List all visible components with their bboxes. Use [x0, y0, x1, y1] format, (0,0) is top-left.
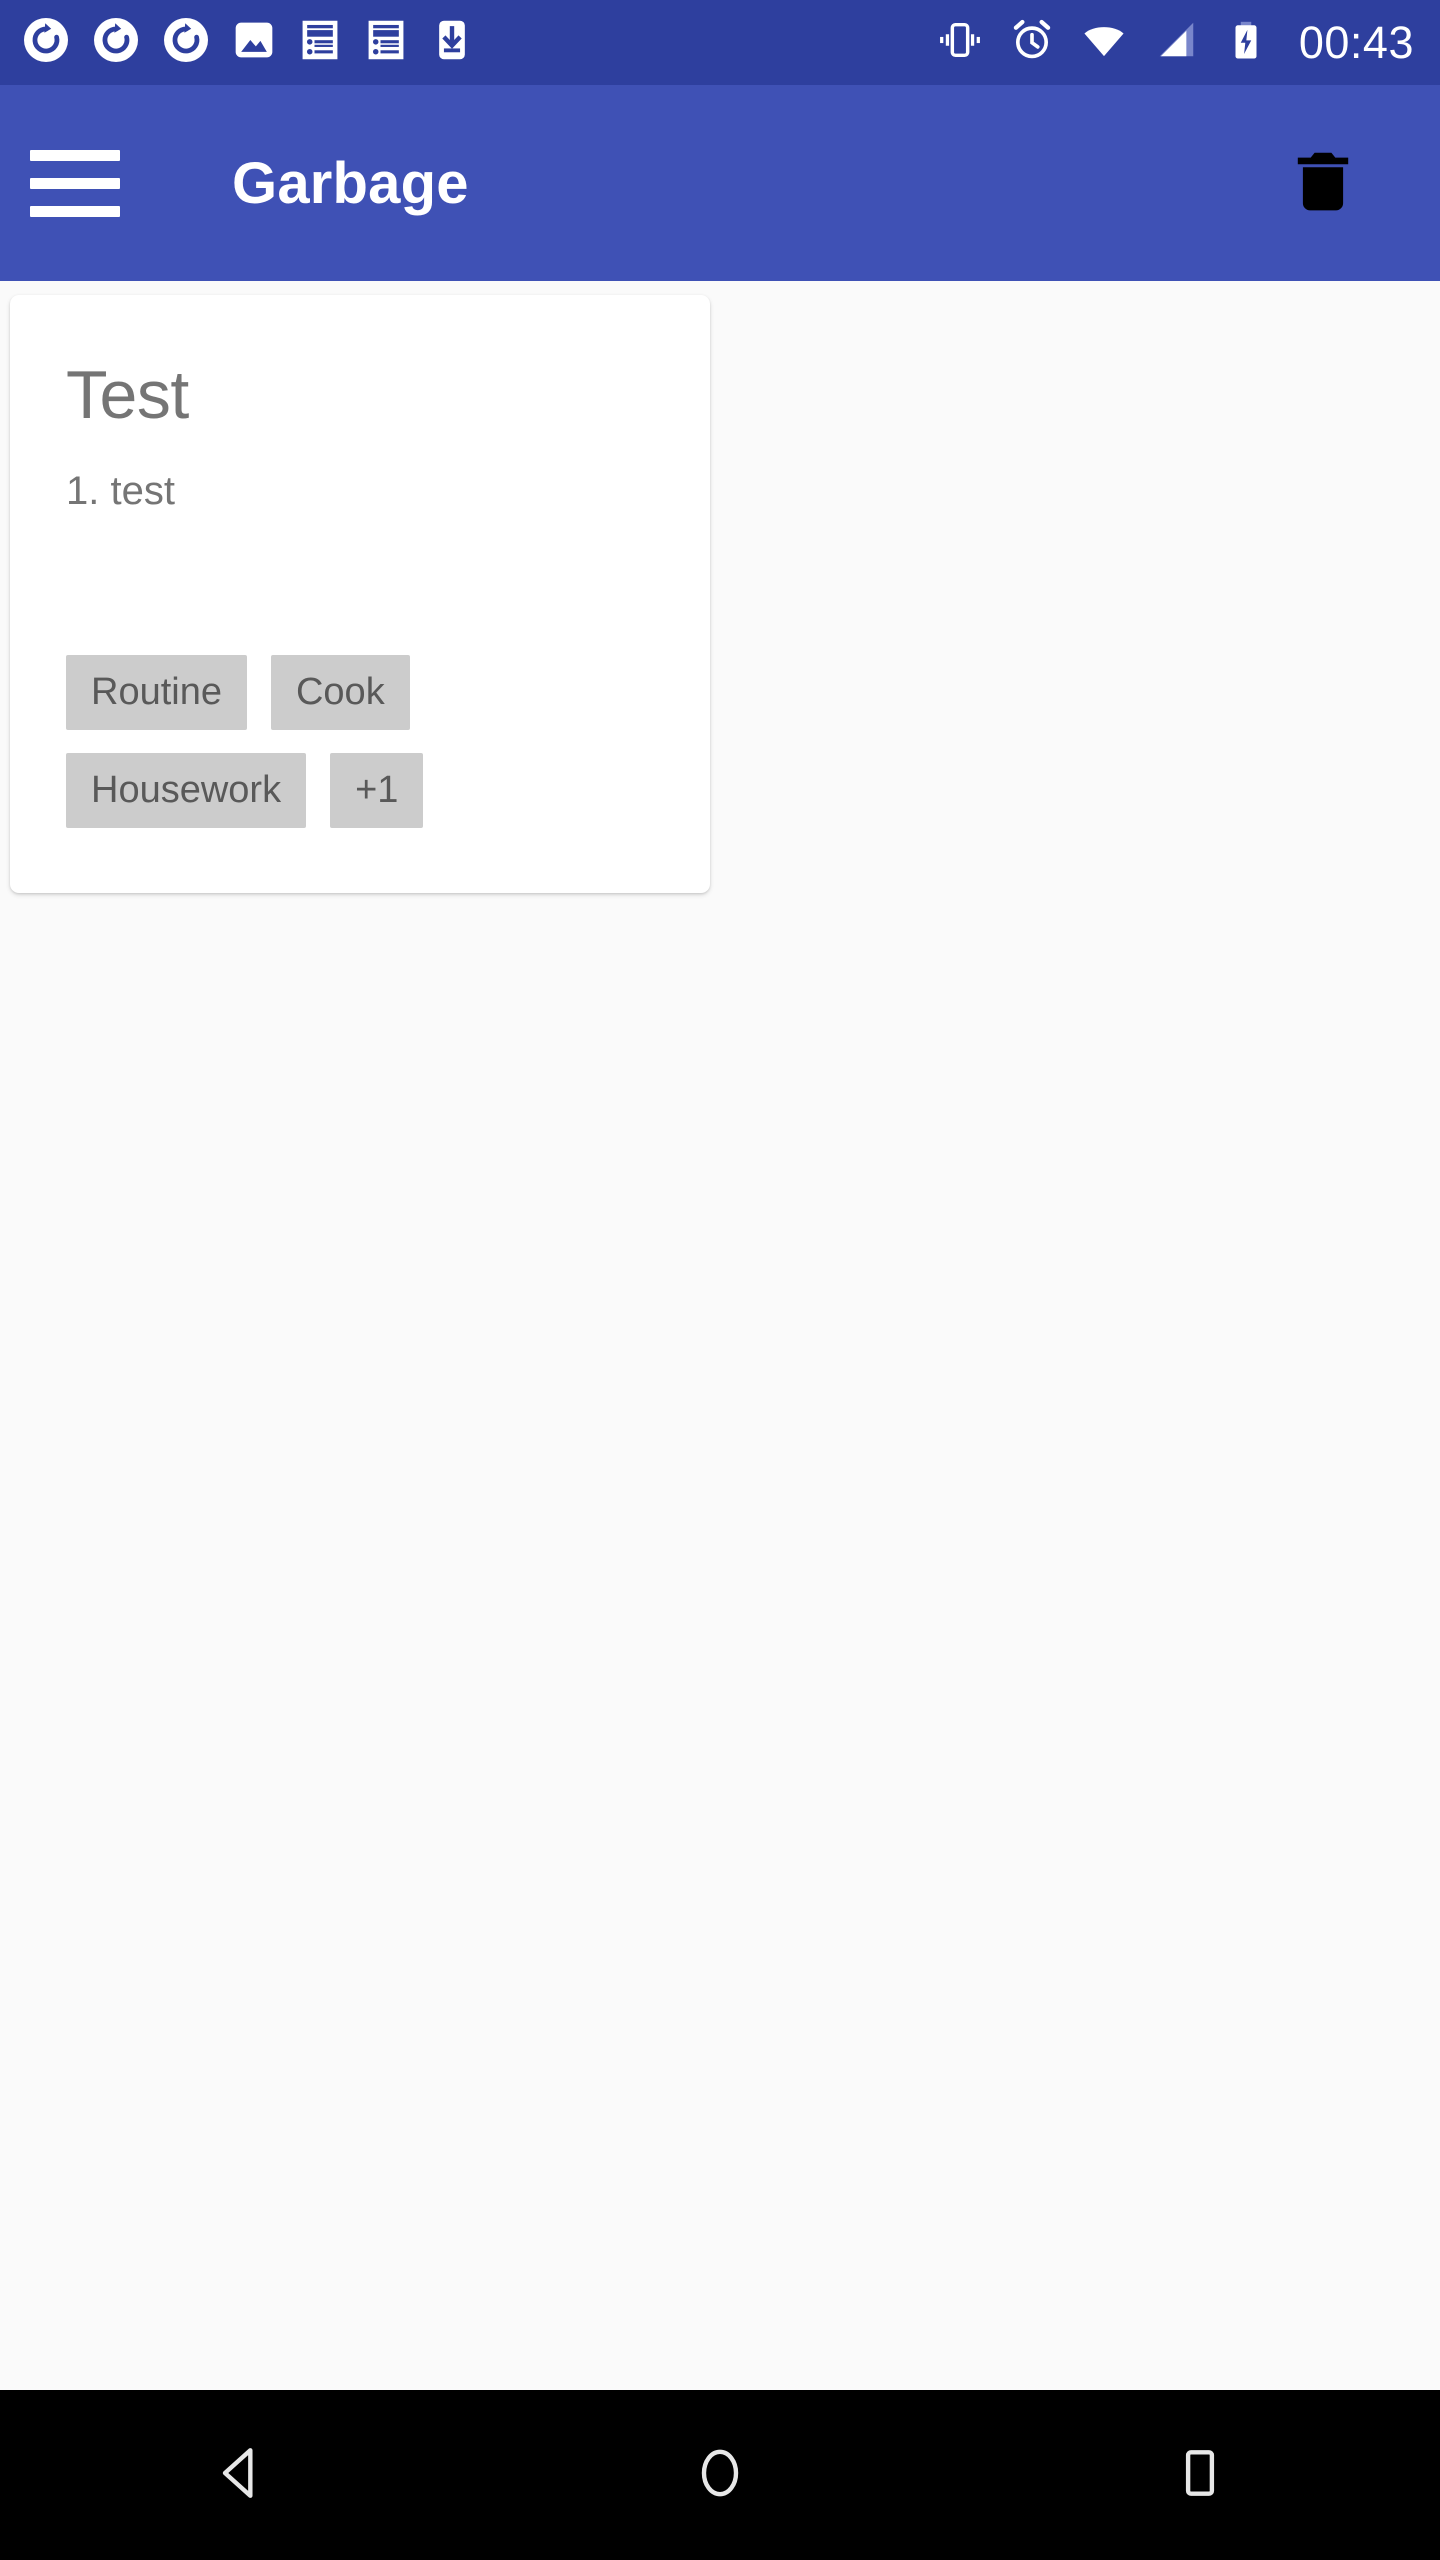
card-title: Test [66, 357, 189, 433]
hamburger-bar-3 [30, 205, 120, 217]
tag-chip-overflow[interactable]: +1 [330, 753, 424, 828]
nav-back-button[interactable] [140, 2390, 340, 2560]
status-bar-system-icons: 00:43 [937, 17, 1414, 68]
cellular-signal-icon [1153, 17, 1199, 68]
sync-rotate-icon-1 [22, 16, 70, 69]
hamburger-menu-icon[interactable] [16, 85, 134, 281]
sync-rotate-icon-3 [162, 16, 210, 69]
page-title: Garbage [232, 150, 469, 216]
status-bar: 00:43 [0, 0, 1440, 85]
hamburger-bar-1 [30, 149, 120, 161]
task-card[interactable]: Test 1. test Routine Cook Housework +1 [10, 295, 710, 893]
alarm-clock-icon [1009, 17, 1055, 68]
article-notification-icon-1 [298, 18, 342, 67]
battery-charging-icon [1225, 19, 1267, 66]
article-notification-icon-2 [364, 18, 408, 67]
sync-rotate-icon-2 [92, 16, 140, 69]
status-bar-clock: 00:43 [1298, 17, 1414, 68]
wifi-icon [1081, 17, 1127, 68]
content-area: Test 1. test Routine Cook Housework +1 [0, 281, 1440, 2390]
tag-chip[interactable]: Cook [270, 655, 410, 730]
nav-home-button[interactable] [620, 2390, 820, 2560]
tag-chip[interactable]: Routine [66, 655, 247, 730]
card-subtitle: 1. test [66, 469, 175, 513]
card-tag-list: Routine Cook Housework +1 [66, 655, 666, 828]
nav-recents-button[interactable] [1100, 2390, 1300, 2560]
download-to-device-icon [430, 18, 474, 67]
trash-icon [1287, 145, 1359, 222]
app-bar: Garbage [0, 85, 1440, 281]
android-screen: 00:43 Garbage Test 1. test Routine Cook … [0, 0, 1440, 2560]
tag-chip[interactable]: Housework [66, 753, 307, 828]
android-navigation-bar [0, 2390, 1440, 2560]
image-notification-icon [232, 18, 276, 67]
delete-button[interactable] [1268, 128, 1378, 238]
vibrate-icon [937, 17, 983, 68]
recents-square-icon [1169, 2442, 1231, 2509]
back-triangle-icon [209, 2442, 271, 2509]
home-circle-icon [689, 2442, 751, 2509]
hamburger-bar-2 [30, 177, 120, 189]
status-bar-notification-icons [22, 16, 474, 69]
